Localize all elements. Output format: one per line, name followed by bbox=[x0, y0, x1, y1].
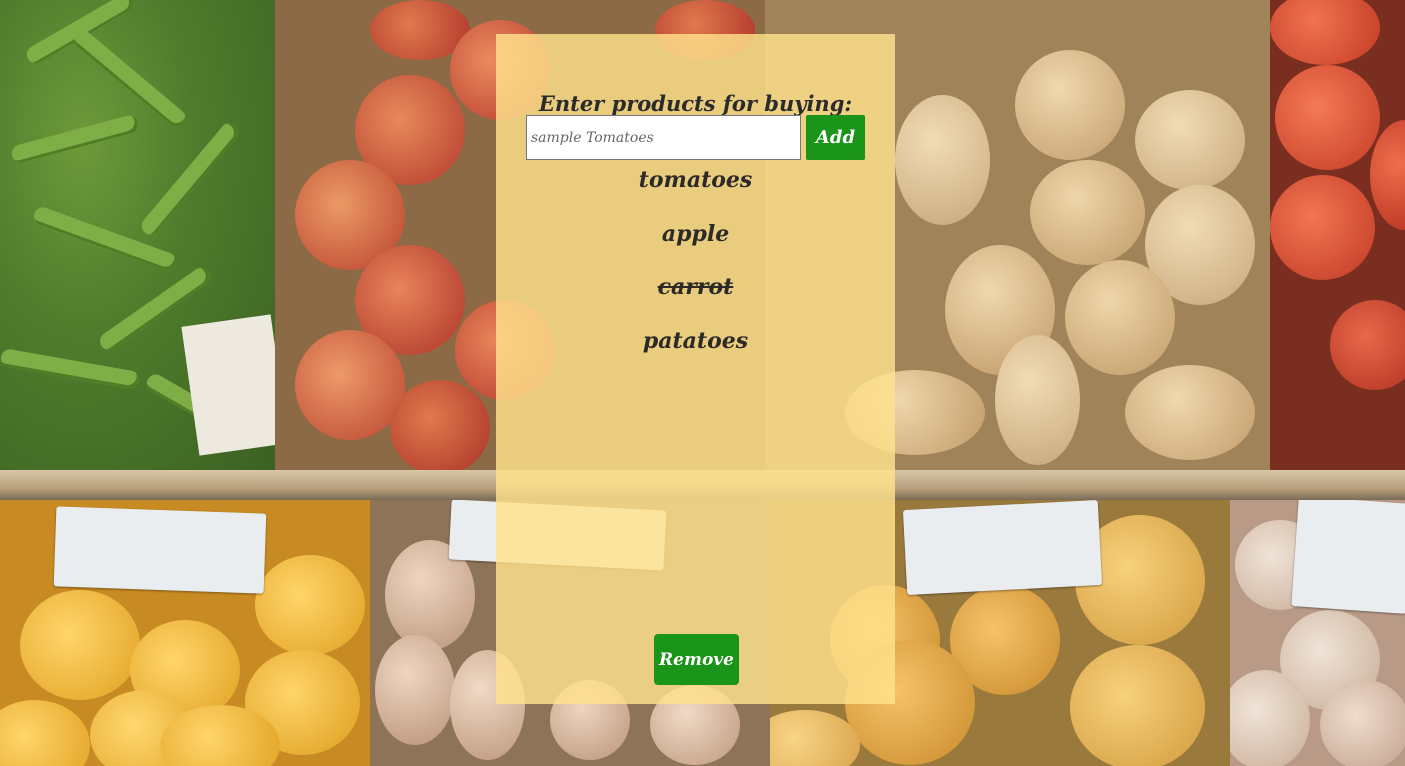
add-button[interactable]: Add bbox=[806, 115, 865, 160]
list-item[interactable]: apple bbox=[496, 214, 895, 268]
remove-button[interactable]: Remove bbox=[654, 634, 739, 685]
list-item[interactable]: carrot bbox=[496, 267, 895, 321]
product-input[interactable] bbox=[526, 115, 801, 160]
list-item[interactable]: tomatoes bbox=[496, 160, 895, 214]
peas-bin bbox=[0, 0, 275, 470]
onions-bin bbox=[1230, 500, 1405, 766]
tomatoes-bin bbox=[1270, 0, 1405, 470]
list-item[interactable]: patatoes bbox=[496, 321, 895, 375]
lemons-bin bbox=[0, 500, 370, 766]
product-list: tomatoes apple carrot patatoes bbox=[496, 160, 895, 374]
